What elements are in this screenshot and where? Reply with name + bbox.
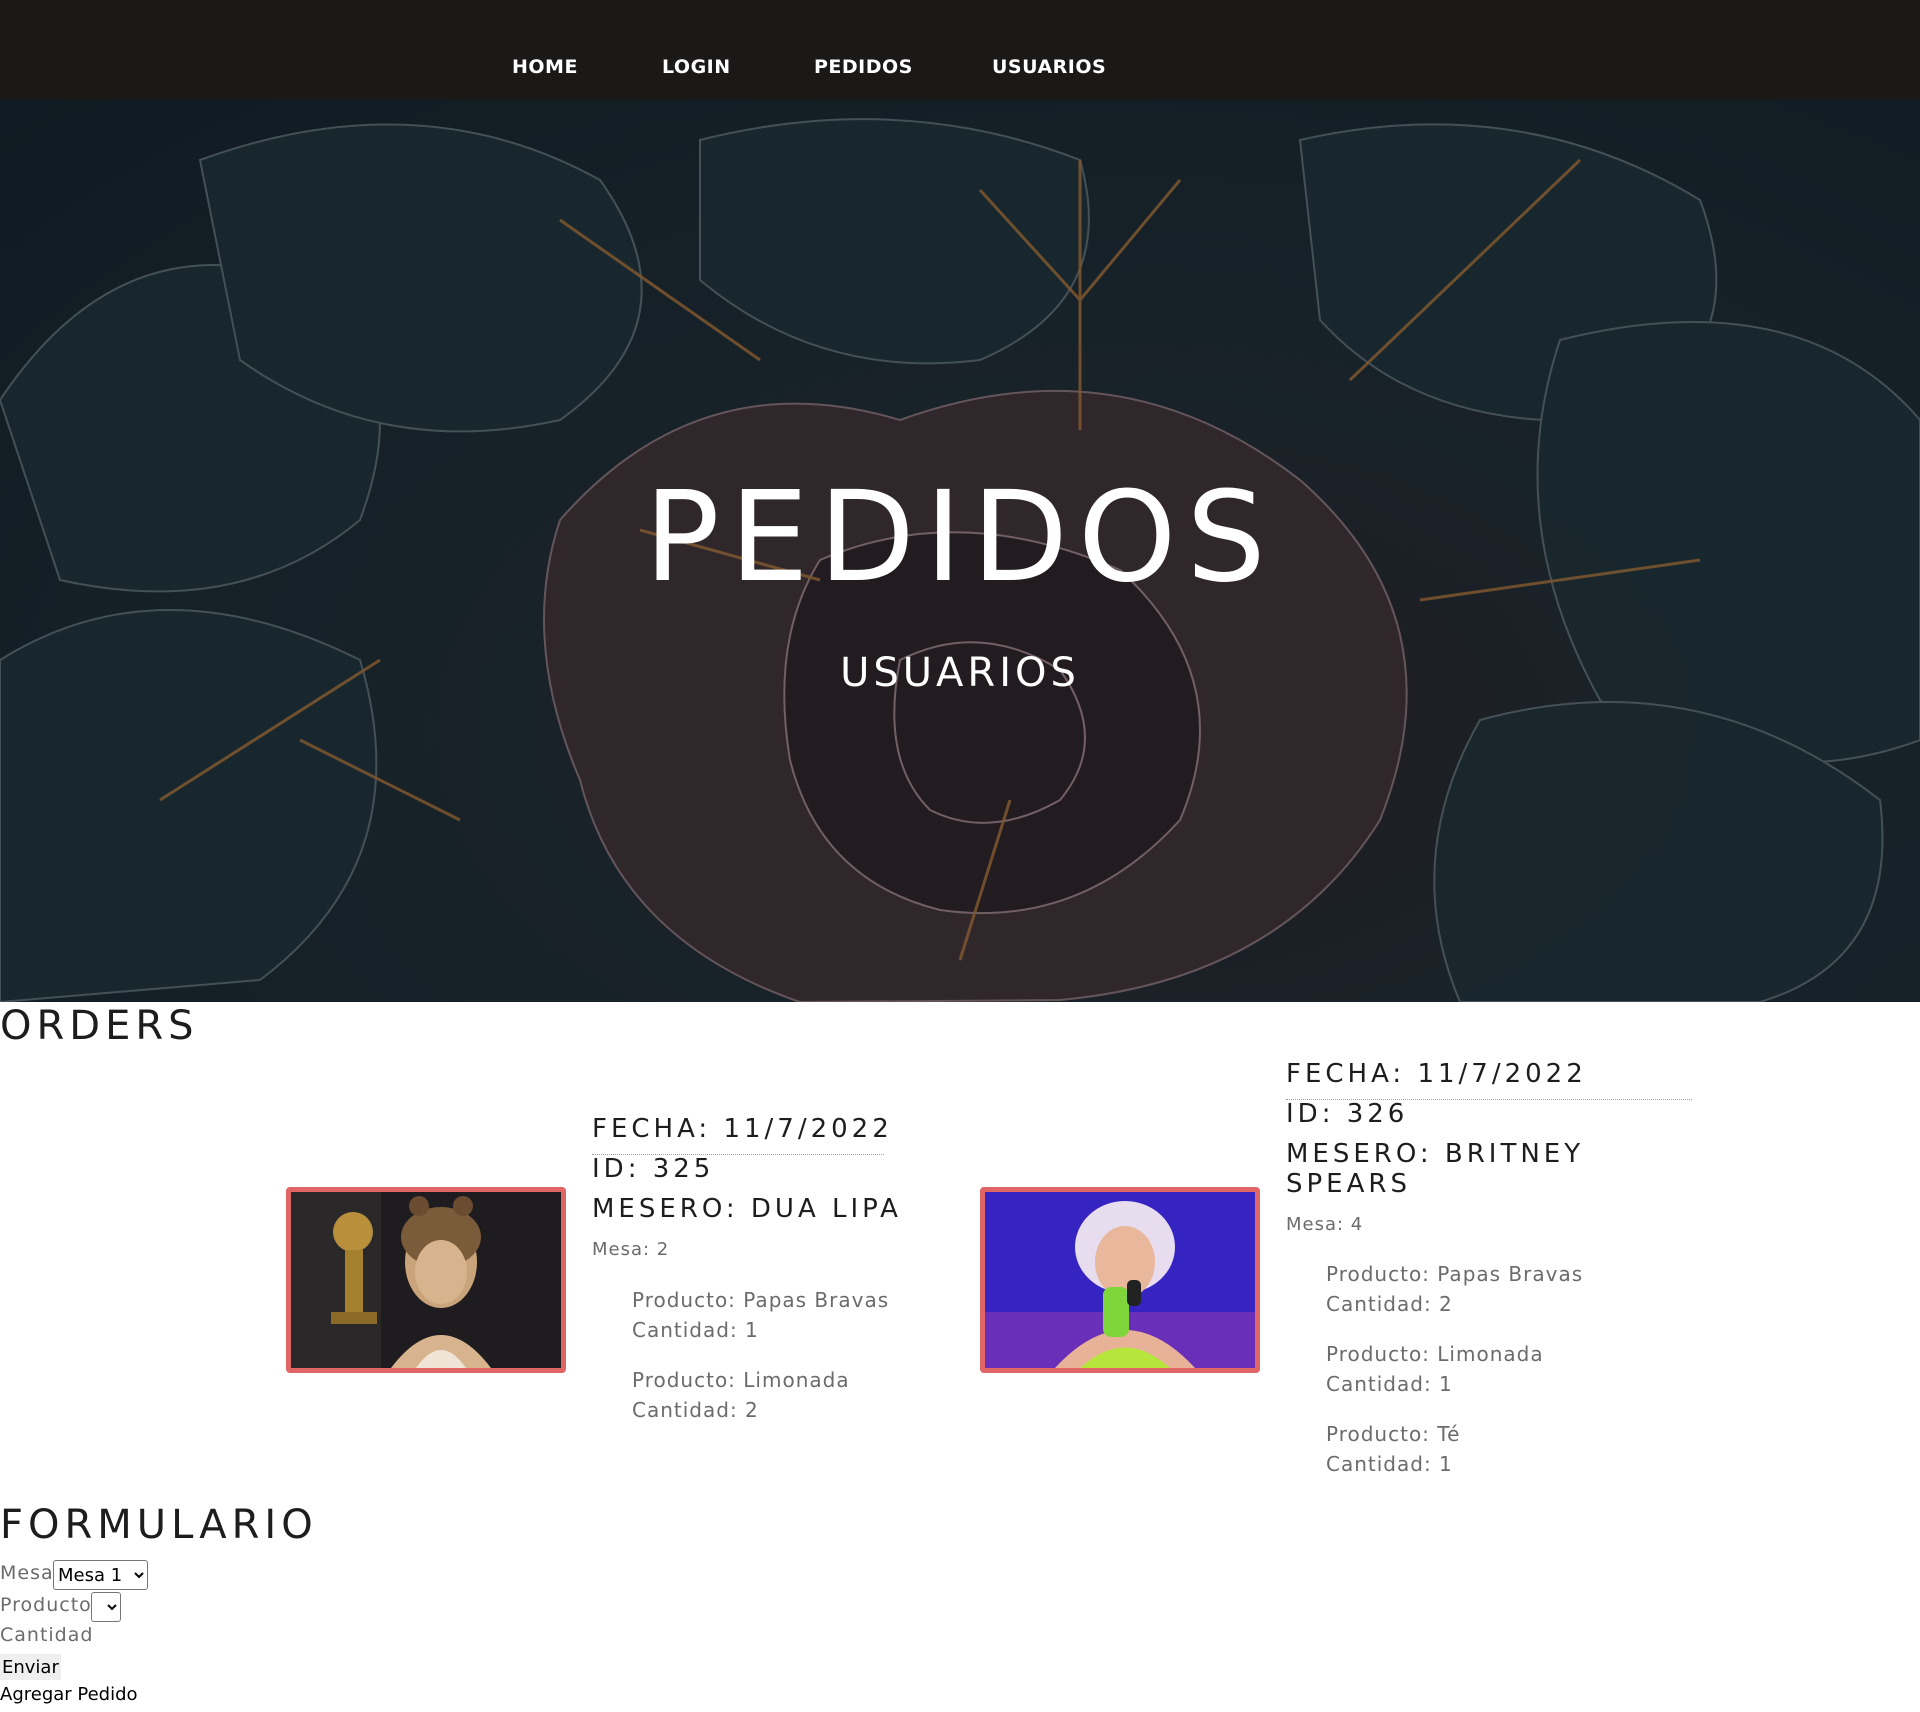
hero-banner: PEDIDOS USUARIOS: [0, 100, 1920, 1002]
order-product-item: Producto: Limonada Cantidad: 2: [632, 1365, 850, 1425]
order-product-item: Producto: Limonada Cantidad: 1: [1326, 1339, 1544, 1399]
top-navbar: HOME LOGIN PEDIDOS USUARIOS: [0, 0, 1920, 100]
product-name: Producto: Papas Bravas: [1326, 1262, 1584, 1286]
order-table: Mesa: 2: [592, 1239, 670, 1260]
cantidad-label: Cantidad: [0, 1624, 94, 1646]
nav-home-link[interactable]: HOME: [512, 56, 578, 78]
producto-select[interactable]: [91, 1592, 121, 1622]
product-name: Producto: Té: [1326, 1422, 1461, 1446]
waiter-photo-image: [291, 1192, 561, 1368]
product-quantity: Cantidad: 1: [632, 1318, 759, 1342]
orders-section-title: ORDERS: [0, 1003, 199, 1049]
product-quantity: Cantidad: 1: [1326, 1452, 1453, 1476]
waiter-photo-britney-spears: [980, 1187, 1260, 1373]
product-name: Producto: Limonada: [632, 1368, 850, 1392]
product-quantity: Cantidad: 2: [632, 1398, 759, 1422]
nav-login-link[interactable]: LOGIN: [662, 56, 731, 78]
order-table: Mesa: 4: [1286, 1214, 1364, 1235]
waiter-photo-dua-lipa: [286, 1187, 566, 1373]
nav-pedidos-link[interactable]: PEDIDOS: [814, 56, 913, 78]
nav-usuarios-link[interactable]: USUARIOS: [992, 56, 1106, 78]
producto-label: Producto: [0, 1594, 92, 1616]
hero-subtitle: USUARIOS: [840, 650, 1080, 696]
order-date: FECHA: 11/7/2022: [592, 1114, 893, 1144]
order-waiter-continued: SPEARS: [1286, 1169, 1411, 1199]
order-date: FECHA: 11/7/2022: [1286, 1059, 1587, 1089]
order-product-item: Producto: Papas Bravas Cantidad: 1: [632, 1285, 889, 1345]
order-waiter: MESERO: DUA LIPA: [592, 1194, 902, 1224]
order-waiter: MESERO: BRITNEY: [1286, 1139, 1585, 1169]
hero-title: PEDIDOS: [644, 465, 1276, 610]
product-name: Producto: Papas Bravas: [632, 1288, 890, 1312]
waiter-photo-image: [985, 1192, 1255, 1368]
product-quantity: Cantidad: 1: [1326, 1372, 1453, 1396]
form-section-title: FORMULARIO: [0, 1502, 318, 1548]
order-id: ID: 325: [592, 1154, 715, 1184]
mesa-label: Mesa: [0, 1562, 54, 1584]
mesa-select[interactable]: Mesa 1: [53, 1560, 148, 1590]
product-quantity: Cantidad: 2: [1326, 1292, 1453, 1316]
add-order-link[interactable]: Agregar Pedido: [0, 1684, 138, 1705]
order-product-item: Producto: Té Cantidad: 1: [1326, 1419, 1460, 1479]
submit-button[interactable]: Enviar: [0, 1654, 61, 1680]
order-product-item: Producto: Papas Bravas Cantidad: 2: [1326, 1259, 1583, 1319]
order-id: ID: 326: [1286, 1099, 1409, 1129]
product-name: Producto: Limonada: [1326, 1342, 1544, 1366]
